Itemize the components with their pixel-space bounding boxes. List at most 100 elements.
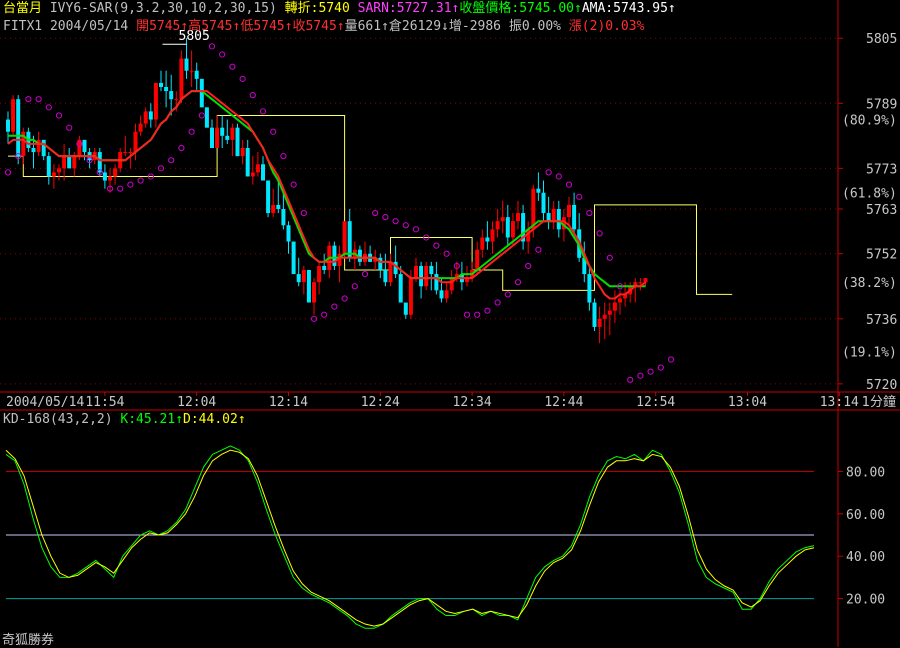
indicator-field-4: 收盤價格:5745.00↑	[459, 1, 582, 16]
quote-field-0: FITX1 2004/05/14	[3, 19, 137, 34]
sar-dot	[35, 96, 42, 103]
candle-body	[490, 229, 495, 242]
sar-dot	[576, 193, 583, 200]
candle-body	[444, 290, 449, 299]
candle-body	[261, 164, 265, 181]
candle-body	[638, 282, 643, 284]
time-tick-label: 12:14	[269, 395, 308, 410]
candle-body	[296, 274, 301, 283]
indicator-field-1: IVY6-SAR(9,3.2,30,10,2,30,15)	[42, 1, 285, 16]
candle-body	[643, 278, 648, 283]
sar-dot	[117, 185, 124, 192]
sar-dot	[331, 303, 338, 310]
candle-body	[475, 249, 480, 270]
candle-body	[108, 176, 112, 181]
candle-body	[194, 70, 199, 79]
sar-dot	[361, 270, 369, 278]
candle-body	[347, 221, 352, 258]
candle-body	[332, 245, 337, 266]
fib-label: (61.8%)	[842, 187, 897, 202]
candle-body	[41, 139, 46, 157]
candle-body	[148, 111, 153, 120]
candle-body	[434, 274, 439, 291]
quote-header: FITX1 2004/05/14 開5745↑高5745↑低5745↑收5745…	[3, 19, 644, 35]
kd-field-1: K:45.21↑	[120, 412, 184, 427]
sar-dot	[372, 209, 379, 217]
sar-dot	[555, 173, 562, 180]
candle-body	[123, 152, 128, 154]
candle-body	[551, 209, 556, 222]
kd-tick-label: 20.00	[846, 593, 885, 608]
candle-body	[281, 209, 286, 226]
candle-body	[480, 237, 485, 250]
sar-dot	[45, 104, 52, 111]
indicator-field-5: AMA:5743.95↑	[581, 1, 676, 16]
kd-field-2: D:44.02↑	[183, 412, 246, 427]
fib-label: (38.2%)	[842, 276, 897, 291]
sar-dot	[412, 226, 420, 233]
price-tick-label: 5805	[866, 32, 897, 47]
candle-body	[153, 82, 158, 120]
candle-body	[306, 270, 311, 303]
candle-body	[587, 274, 592, 303]
candle-body	[424, 265, 429, 287]
time-tick-label: 12:34	[453, 395, 492, 410]
sar-dot	[596, 230, 603, 237]
sar-dot	[535, 246, 542, 253]
candle-body	[536, 188, 541, 193]
time-tick-label: 12:54	[636, 395, 675, 410]
ama-line	[7, 90, 647, 300]
candle-body	[388, 261, 393, 283]
kd-tick-label: 40.00	[846, 550, 885, 565]
candle-body	[567, 204, 571, 218]
price-tick-label: 5720	[866, 378, 897, 393]
sar-dot	[402, 222, 409, 229]
chart-canvas[interactable]: 5805 5789 5773 5763 5752 5736 5720 (80.9%) (61.8…	[0, 0, 900, 647]
sar-dot	[290, 181, 297, 188]
time-tick-label: 12:24	[361, 395, 400, 410]
candle-body	[210, 127, 214, 148]
fib-label: (19.1%)	[842, 345, 897, 360]
candle-body	[556, 209, 561, 230]
sar-dot	[392, 218, 399, 225]
indicator-field-3: SARN:5727.31↑	[357, 1, 460, 16]
kd-field-0: KD-168(43,2,2)	[3, 412, 121, 427]
candle-body	[516, 213, 520, 222]
candle-body	[414, 265, 418, 279]
quote-field-3: 漲(2)0.03%	[568, 19, 645, 34]
sar-dot	[280, 153, 287, 160]
candle-body	[31, 148, 36, 153]
kd-tick-label: 80.00	[846, 465, 885, 480]
candle-body	[169, 91, 174, 100]
sar-dot	[259, 108, 267, 115]
sar-dot	[178, 144, 185, 152]
candle-body	[505, 217, 510, 238]
candle-body	[266, 180, 271, 214]
candle-body	[235, 127, 240, 157]
sar-dot	[504, 291, 511, 298]
candle-body	[317, 265, 322, 283]
sar-dot	[382, 214, 389, 221]
time-tick-label: 11:54	[85, 395, 124, 410]
sar-dot	[657, 364, 664, 371]
sar-dot	[525, 262, 532, 270]
candle-body	[592, 302, 597, 327]
sar-dot	[219, 51, 226, 58]
time-tick-label: 13:04	[728, 395, 767, 410]
sar-dot	[270, 128, 277, 135]
candle-body	[500, 217, 505, 222]
candle-body	[220, 127, 225, 136]
candle-body	[607, 310, 612, 315]
candle-body	[113, 168, 118, 177]
indicator-field-2: 轉折:5740	[284, 1, 358, 16]
sar-dot	[565, 181, 573, 188]
sar-dot	[433, 242, 440, 249]
sar-dot	[188, 128, 195, 135]
sar-dot	[484, 307, 491, 314]
price-tick-label: 5736	[866, 313, 897, 328]
candle-body	[245, 148, 250, 177]
sar-dot	[586, 209, 593, 217]
candle-body	[419, 265, 424, 287]
turning-point-line	[8, 114, 733, 295]
candle-body	[138, 123, 143, 132]
